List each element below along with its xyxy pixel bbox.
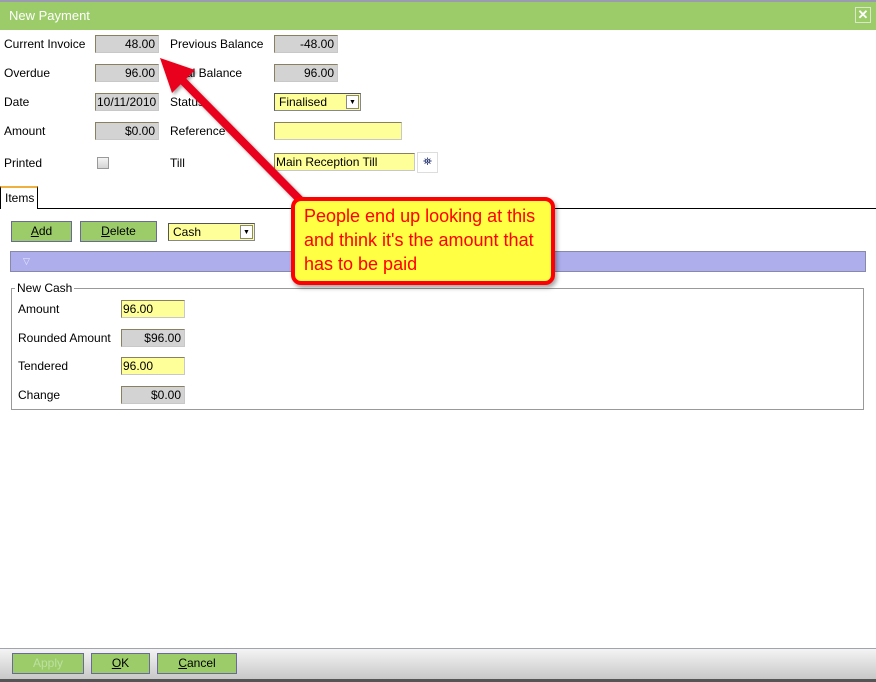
till-input[interactable]: Main Reception Till [274, 153, 415, 171]
close-icon[interactable]: ✕ [855, 7, 871, 23]
date-field[interactable]: 10/11/2010 [95, 93, 159, 111]
rounded-amount-field: $96.00 [121, 329, 185, 347]
previous-balance-label: Previous Balance [170, 37, 264, 51]
apply-label: Apply [32, 656, 64, 670]
rounded-amount-label: Rounded Amount [18, 331, 111, 345]
reference-label: Reference [170, 124, 226, 138]
printed-checkbox[interactable] [97, 157, 109, 169]
tab-items[interactable]: Items [0, 186, 38, 209]
overdue-label: Overdue [4, 66, 51, 80]
cancel-button[interactable]: Cancel [157, 653, 237, 674]
current-invoice-field: 48.00 [95, 35, 159, 53]
title-bar: New Payment ✕ [0, 0, 876, 30]
amount-field: $0.00 [95, 122, 159, 140]
change-label: Change [18, 388, 61, 402]
cash-amount-label: Amount [18, 302, 60, 316]
printed-label: Printed [4, 156, 43, 170]
window-title: New Payment [9, 8, 90, 23]
tendered-label: Tendered [18, 359, 69, 373]
binoculars-icon[interactable]: ⛯ [417, 152, 438, 173]
ok-button[interactable]: OK [91, 653, 150, 674]
previous-balance-field: -48.00 [274, 35, 338, 53]
annotation-callout: People end up looking at this and think … [291, 197, 555, 285]
payment-type-select[interactable]: Cash ▼ [168, 223, 255, 241]
till-label: Till [170, 156, 185, 170]
tendered-input[interactable]: 96.00 [121, 357, 185, 375]
collapse-triangle-icon[interactable]: ▽ [23, 256, 30, 267]
payment-type-value: Cash [173, 225, 202, 239]
status-select-value: Finalised [279, 95, 328, 109]
reference-input[interactable] [274, 122, 402, 140]
add-button[interactable]: Add [11, 221, 72, 242]
new-cash-title: New Cash [15, 281, 75, 295]
total-balance-field: 96.00 [274, 64, 338, 82]
current-invoice-label: Current Invoice [4, 37, 86, 51]
status-label: Status [170, 95, 205, 109]
amount-label: Amount [4, 124, 46, 138]
delete-button[interactable]: Delete [80, 221, 157, 242]
chevron-down-icon[interactable]: ▼ [240, 225, 253, 239]
change-field: $0.00 [121, 386, 185, 404]
overdue-field: 96.00 [95, 64, 159, 82]
date-label: Date [4, 95, 30, 109]
chevron-down-icon[interactable]: ▼ [346, 95, 359, 109]
total-balance-label: Total Balance [170, 66, 243, 80]
apply-button[interactable]: Apply [12, 653, 84, 674]
status-select[interactable]: Finalised ▼ [274, 93, 361, 111]
cash-amount-input[interactable]: 96.00 [121, 300, 185, 318]
